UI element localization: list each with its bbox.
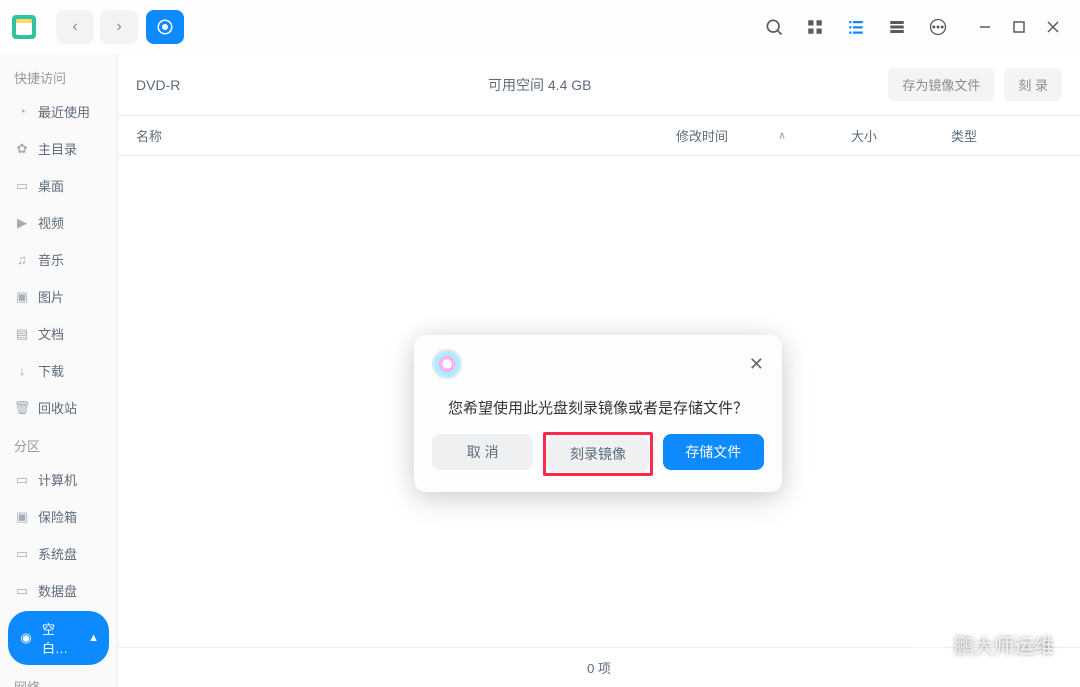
sidebar-item-label: 最近使用 — [38, 102, 90, 121]
sidebar-item-recent[interactable]: ◔ 最近使用 — [0, 93, 117, 130]
sidebar-section-volumes: 分区 — [0, 426, 117, 461]
computer-icon: ▭ — [14, 472, 30, 488]
burn-button[interactable]: 刻 录 — [1004, 68, 1062, 101]
sidebar-item-label: 下载 — [38, 361, 64, 380]
sidebar-item-label: 数据盘 — [38, 581, 77, 600]
more-icon[interactable] — [928, 17, 948, 37]
search-icon[interactable] — [764, 17, 784, 37]
trash-icon: 🗑 — [14, 400, 30, 416]
sort-asc-icon: ∧ — [778, 129, 786, 142]
sidebar-item-desktop[interactable]: ▭ 桌面 — [0, 167, 117, 204]
download-icon: ↓ — [14, 363, 30, 379]
app-logo-icon — [12, 15, 36, 39]
sidebar-item-label: 图片 — [38, 287, 64, 306]
close-icon[interactable] — [1046, 20, 1060, 34]
sidebar-item-trash[interactable]: 🗑 回收站 — [0, 389, 117, 426]
music-icon: ♫ — [14, 252, 30, 268]
sidebar-item-music[interactable]: ♫ 音乐 — [0, 241, 117, 278]
sidebar-item-label: 主目录 — [38, 139, 77, 158]
list-view-icon[interactable] — [846, 18, 866, 36]
minimize-icon[interactable] — [978, 20, 992, 34]
dialog-message: 您希望使用此光盘刻录镜像或者是存储文件？ — [432, 397, 764, 418]
sidebar: 快捷访问 ◔最近使用 ✿主目录 ▭桌面 ▶视频 ♫音乐 ▣图片 ▤文档 ↓下载 … — [0, 54, 118, 687]
disk-icon: ▭ — [14, 583, 30, 599]
sidebar-item-label: 音乐 — [38, 250, 64, 269]
icons-view-icon[interactable] — [806, 18, 824, 36]
available-space-label: 可用空间 4.4 GB — [488, 75, 591, 95]
sidebar-section-network: 网络 — [0, 667, 117, 687]
sidebar-item-data-disk[interactable]: ▭ 数据盘 — [0, 572, 117, 609]
sidebar-item-label: 桌面 — [38, 176, 64, 195]
sidebar-item-images[interactable]: ▣ 图片 — [0, 278, 117, 315]
compact-view-icon[interactable] — [888, 18, 906, 36]
nav-group: ‹ › — [56, 10, 138, 44]
watermark: 鹏大师运维 — [912, 630, 1054, 659]
col-modified[interactable]: 修改时间 ∧ — [676, 126, 851, 145]
sidebar-item-label: 文档 — [38, 324, 64, 343]
save-image-button[interactable]: 存为镜像文件 — [888, 68, 994, 101]
dialog-burn-image-button[interactable]: 刻录镜像 — [547, 436, 648, 472]
col-type[interactable]: 类型 — [951, 126, 1062, 145]
col-size[interactable]: 大小 — [851, 126, 951, 145]
column-headers: 名称 修改时间 ∧ 大小 类型 — [118, 116, 1080, 156]
sidebar-section-quick: 快捷访问 — [0, 58, 117, 93]
sidebar-item-computer[interactable]: ▭ 计算机 — [0, 461, 117, 498]
disc-icon: ◉ — [18, 630, 34, 646]
dialog-close-button[interactable]: ✕ — [749, 354, 764, 375]
sidebar-item-label: 计算机 — [38, 470, 77, 489]
burn-dialog: ✕ 您希望使用此光盘刻录镜像或者是存储文件？ 取 消 刻录镜像 存储文件 — [414, 335, 782, 492]
sidebar-item-label: 空白… — [42, 619, 80, 657]
titlebar-actions — [764, 17, 1068, 37]
sidebar-item-video[interactable]: ▶ 视频 — [0, 204, 117, 241]
titlebar: ‹ › — [0, 0, 1080, 54]
disk-icon: ▭ — [14, 546, 30, 562]
safe-icon: ▣ — [14, 509, 30, 525]
video-icon: ▶ — [14, 215, 30, 231]
sidebar-item-label: 保险箱 — [38, 507, 77, 526]
highlight-annotation: 刻录镜像 — [543, 432, 652, 476]
col-modified-label: 修改时间 — [676, 126, 728, 145]
maximize-icon[interactable] — [1012, 20, 1026, 34]
nav-forward-button[interactable]: › — [100, 10, 138, 44]
desktop-icon: ▭ — [14, 178, 30, 194]
sidebar-item-label: 系统盘 — [38, 544, 77, 563]
image-icon: ▣ — [14, 289, 30, 305]
doc-icon: ▤ — [14, 326, 30, 342]
home-icon: ✿ — [14, 141, 30, 157]
disc-type-label: DVD-R — [136, 77, 180, 93]
clock-icon: ◔ — [14, 104, 30, 120]
dialog-store-file-button[interactable]: 存储文件 — [663, 434, 764, 470]
disc-button[interactable] — [146, 10, 184, 44]
watermark-icon — [912, 635, 944, 655]
sidebar-item-label: 回收站 — [38, 398, 77, 417]
disc-info-bar: DVD-R 可用空间 4.4 GB 存为镜像文件 刻 录 — [118, 54, 1080, 116]
dialog-cancel-button[interactable]: 取 消 — [432, 434, 533, 470]
sidebar-item-download[interactable]: ↓ 下载 — [0, 352, 117, 389]
sidebar-item-home[interactable]: ✿ 主目录 — [0, 130, 117, 167]
sidebar-item-docs[interactable]: ▤ 文档 — [0, 315, 117, 352]
watermark-text: 鹏大师运维 — [954, 630, 1054, 659]
sidebar-item-label: 视频 — [38, 213, 64, 232]
sidebar-item-system-disk[interactable]: ▭ 系统盘 — [0, 535, 117, 572]
col-name[interactable]: 名称 — [136, 126, 676, 145]
nav-back-button[interactable]: ‹ — [56, 10, 94, 44]
sidebar-item-vault[interactable]: ▣ 保险箱 — [0, 498, 117, 535]
dialog-disc-icon — [432, 349, 462, 379]
eject-icon[interactable]: ▲ — [88, 632, 99, 644]
sidebar-item-blank-disc[interactable]: ◉ 空白… ▲ — [8, 611, 109, 665]
